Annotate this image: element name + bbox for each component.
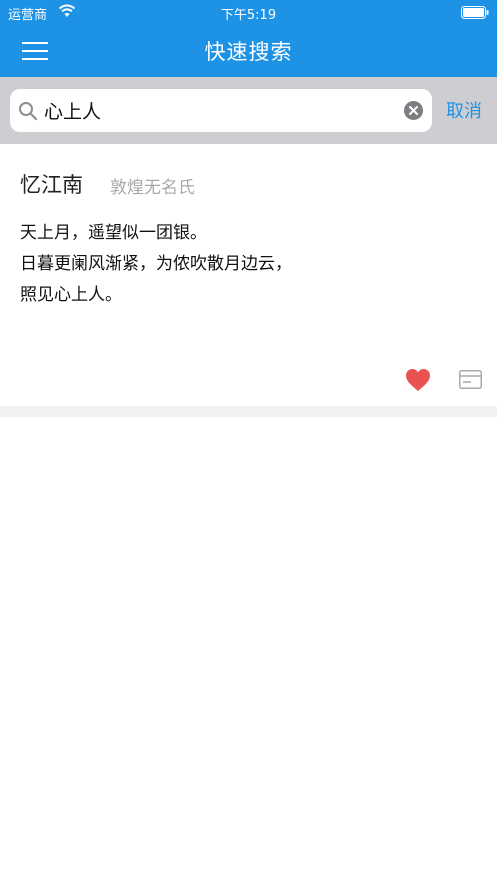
cancel-button[interactable]: 取消 [446,97,482,123]
clock: 下午5:19 [220,8,277,23]
card-icon[interactable] [459,370,482,389]
poem-author: 敦煌无名氏 [110,178,195,198]
search-box[interactable] [10,89,432,132]
section-divider [0,406,497,417]
status-bar: 运营商 下午5:19 [0,0,497,26]
navigation-bar: 快速搜索 [0,26,497,77]
battery-icon [461,6,489,19]
poem-line: 天上月，遥望似一团银。 [20,223,207,243]
poem-card[interactable]: 忆江南 敦煌无名氏 天上月，遥望似一团银。 日暮更阑风渐紧，为侬吹散月边云， 照… [0,144,497,406]
search-bar: 取消 [0,77,497,144]
search-input[interactable] [44,95,394,125]
poem-line: 日暮更阑风渐紧，为侬吹散月边云， [20,254,292,274]
poem-body: 天上月，遥望似一团银。 日暮更阑风渐紧，为侬吹散月边云， 照见心上人。 [20,218,292,311]
poem-title: 忆江南 [20,173,83,197]
clear-circle-icon[interactable] [404,101,423,120]
poem-line: 照见心上人。 [20,285,122,305]
heart-icon[interactable] [405,368,431,392]
page-title: 快速搜索 [204,40,293,64]
magnifier-icon [19,102,38,121]
